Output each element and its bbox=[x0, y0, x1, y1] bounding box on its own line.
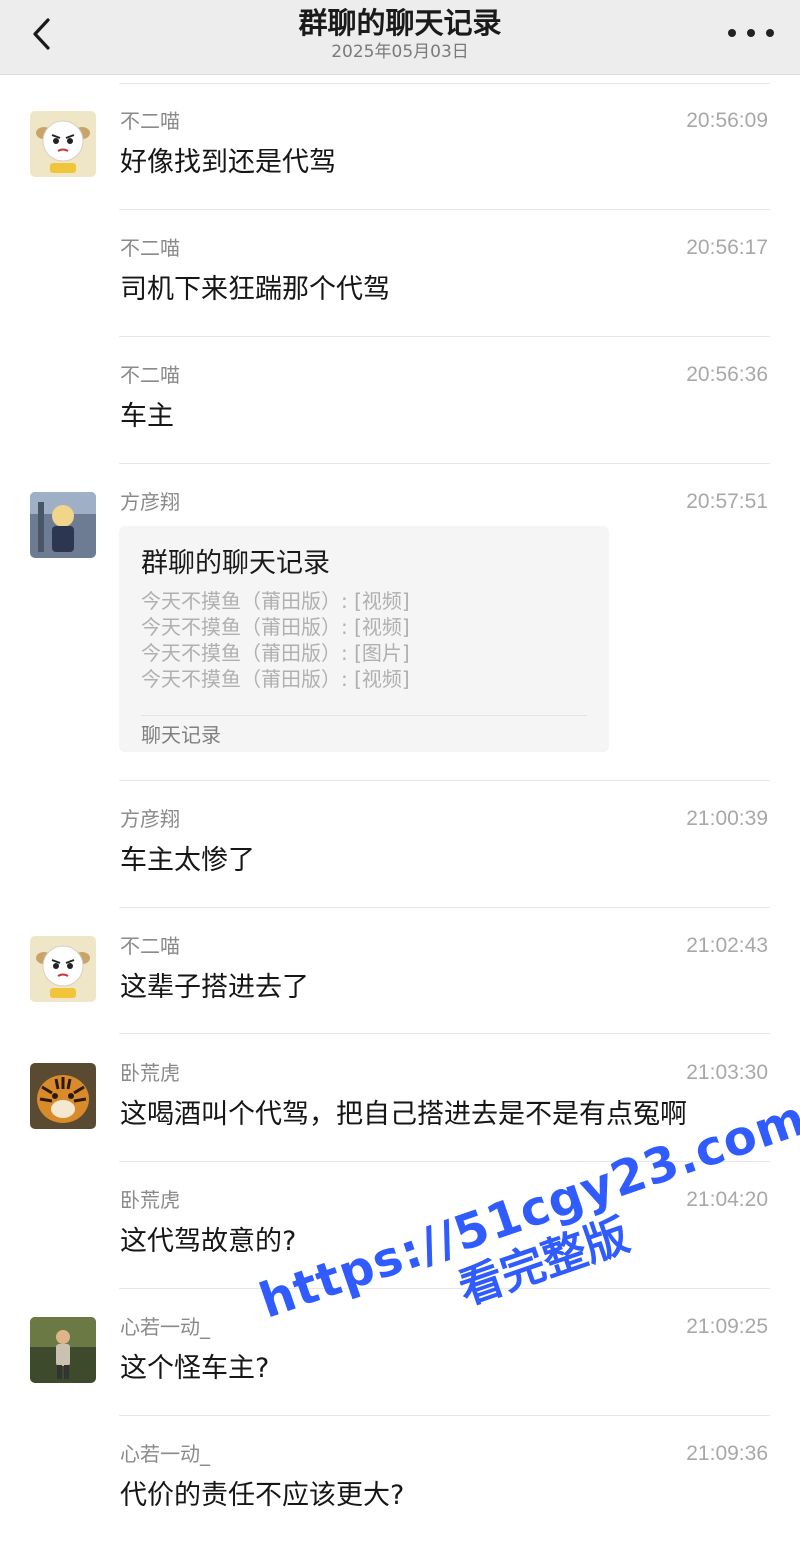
card-footer: 聊天记录 bbox=[141, 723, 221, 747]
anime-avatar[interactable] bbox=[30, 492, 96, 558]
more-dots-icon bbox=[747, 29, 755, 37]
divider bbox=[119, 209, 770, 210]
more-dots-icon bbox=[766, 29, 774, 37]
card-preview-line: 今天不摸鱼（莆田版）: [视频] bbox=[141, 589, 410, 613]
chat-record-card[interactable]: 群聊的聊天记录 今天不摸鱼（莆田版）: [视频] 今天不摸鱼（莆田版）: [视频… bbox=[119, 526, 609, 752]
back-button[interactable] bbox=[22, 12, 62, 56]
message-text[interactable]: 这个怪车主? bbox=[120, 1351, 760, 1387]
message-time: 20:56:17 bbox=[686, 236, 768, 259]
sheep-avatar[interactable] bbox=[30, 111, 96, 177]
card-divider bbox=[141, 715, 587, 716]
message-time: 21:09:36 bbox=[686, 1442, 768, 1465]
message-sender: 方彦翔 bbox=[120, 807, 180, 831]
message-sender: 卧荒虎 bbox=[120, 1188, 180, 1212]
message-time: 21:00:39 bbox=[686, 807, 768, 830]
title-block: 群聊的聊天记录 2025年05月03日 bbox=[150, 4, 650, 62]
card-preview-line: 今天不摸鱼（莆田版）: [视频] bbox=[141, 667, 410, 691]
message-sender: 不二喵 bbox=[120, 934, 180, 958]
card-preview-line: 今天不摸鱼（莆田版）: [视频] bbox=[141, 615, 410, 639]
tiger-avatar[interactable] bbox=[30, 1063, 96, 1129]
message-sender: 方彦翔 bbox=[120, 490, 180, 514]
more-button[interactable] bbox=[728, 18, 774, 48]
message-sender: 卧荒虎 bbox=[120, 1061, 180, 1085]
sheep-avatar[interactable] bbox=[30, 936, 96, 1002]
message-time: 20:56:36 bbox=[686, 363, 768, 386]
divider bbox=[119, 336, 770, 337]
divider bbox=[119, 1161, 770, 1162]
card-title: 群聊的聊天记录 bbox=[141, 548, 330, 579]
divider bbox=[119, 463, 770, 464]
message-sender: 心若一动_ bbox=[120, 1442, 210, 1466]
divider bbox=[119, 1415, 770, 1416]
message-text[interactable]: 这代驾故意的? bbox=[120, 1224, 760, 1260]
message-text[interactable]: 代价的责任不应该更大? bbox=[120, 1478, 760, 1514]
divider bbox=[119, 907, 770, 908]
card-preview-lines: 今天不摸鱼（莆田版）: [视频] 今天不摸鱼（莆田版）: [视频] 今天不摸鱼（… bbox=[141, 588, 410, 692]
person-avatar[interactable] bbox=[30, 1317, 96, 1383]
message-time: 21:02:43 bbox=[686, 934, 768, 957]
card-preview-line: 今天不摸鱼（莆田版）: [图片] bbox=[141, 641, 410, 665]
message-time: 21:04:20 bbox=[686, 1188, 768, 1211]
divider bbox=[119, 780, 770, 781]
page-title: 群聊的聊天记录 bbox=[298, 6, 502, 40]
message-text[interactable]: 好像找到还是代驾 bbox=[120, 145, 760, 181]
message-text[interactable]: 车主 bbox=[120, 399, 760, 435]
message-text[interactable]: 司机下来狂踹那个代驾 bbox=[120, 272, 760, 308]
message-text[interactable]: 这喝酒叫个代驾，把自己搭进去是不是有点冤啊 bbox=[120, 1097, 760, 1133]
message-sender: 不二喵 bbox=[120, 236, 180, 260]
watermark: https://51cgy23.com 看完整版 bbox=[253, 1090, 800, 1465]
message-sender: 心若一动_ bbox=[120, 1315, 210, 1339]
divider bbox=[119, 83, 770, 84]
page-subtitle-date: 2025年05月03日 bbox=[331, 42, 469, 62]
nav-bar: 群聊的聊天记录 2025年05月03日 bbox=[0, 0, 800, 75]
message-sender: 不二喵 bbox=[120, 109, 180, 133]
divider bbox=[119, 1033, 770, 1034]
more-dots-icon bbox=[728, 29, 736, 37]
message-time: 20:56:09 bbox=[686, 109, 768, 132]
message-text[interactable]: 这辈子搭进去了 bbox=[120, 970, 760, 1006]
message-time: 21:09:25 bbox=[686, 1315, 768, 1338]
message-time: 21:03:30 bbox=[686, 1061, 768, 1084]
message-text[interactable]: 车主太惨了 bbox=[120, 843, 760, 879]
divider bbox=[119, 1288, 770, 1289]
message-sender: 不二喵 bbox=[120, 363, 180, 387]
message-time: 20:57:51 bbox=[686, 490, 768, 513]
watermark-caption: 看完整版 bbox=[452, 1209, 636, 1316]
chevron-left-icon bbox=[33, 18, 50, 50]
